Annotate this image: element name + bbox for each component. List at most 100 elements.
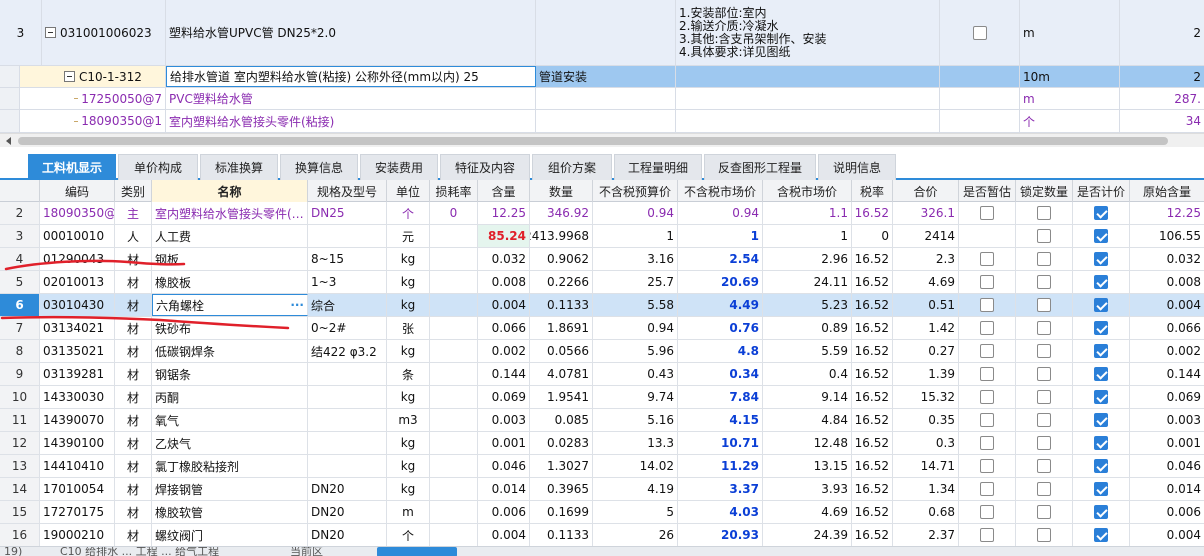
cell-code[interactable]: 03135021 xyxy=(40,340,115,362)
tab-install-cost[interactable]: 安装费用 xyxy=(360,154,438,180)
quota-category[interactable]: 管道安装 xyxy=(536,66,676,87)
cell-quantity[interactable]: 0.2266 xyxy=(530,271,593,293)
cell-spec[interactable]: 8~15 xyxy=(308,248,387,270)
cell-market-price[interactable]: 7.84 xyxy=(678,386,763,408)
cell-tax-rate[interactable]: 16.52 xyxy=(852,340,893,362)
checkbox[interactable] xyxy=(980,321,994,335)
col-spec[interactable]: 规格及型号 xyxy=(308,180,387,202)
cell-content[interactable]: 0.001 xyxy=(478,432,530,454)
cell-content[interactable]: 0.006 xyxy=(478,501,530,523)
checkbox[interactable] xyxy=(980,275,994,289)
col-name[interactable]: 名称 xyxy=(152,180,308,202)
cell-name[interactable]: 氯丁橡胶粘接剂 xyxy=(152,455,308,477)
cell-content[interactable]: 0.046 xyxy=(478,455,530,477)
cell-loss-rate[interactable] xyxy=(430,455,478,477)
cell-tax-rate[interactable]: 16.52 xyxy=(852,524,893,546)
cell-name[interactable]: 钢板 xyxy=(152,248,308,270)
cell-tax-rate[interactable]: 0 xyxy=(852,225,893,247)
collapse-icon[interactable] xyxy=(45,27,56,38)
cell-loss-rate[interactable] xyxy=(430,271,478,293)
cell-original-content[interactable]: 0.014 xyxy=(1130,478,1204,500)
cell-priced[interactable] xyxy=(1073,524,1130,546)
material-code[interactable]: 17250050@7 xyxy=(20,88,166,109)
checkbox[interactable] xyxy=(1037,413,1051,427)
cell-budget-price[interactable]: 5 xyxy=(593,501,678,523)
checkbox[interactable] xyxy=(980,482,994,496)
cell-name[interactable]: 螺纹阀门 xyxy=(152,524,308,546)
cell-budget-price[interactable]: 14.02 xyxy=(593,455,678,477)
cell-type[interactable]: 材 xyxy=(115,501,152,523)
col-type[interactable]: 类别 xyxy=(115,180,152,202)
cell-loss-rate[interactable] xyxy=(430,386,478,408)
cell-provisional[interactable] xyxy=(959,340,1016,362)
cell-type[interactable]: 材 xyxy=(115,271,152,293)
cell-market-price[interactable]: 4.8 xyxy=(678,340,763,362)
cell-name[interactable]: 人工费 xyxy=(152,225,308,247)
quota-name-editor[interactable]: 给排水管道 室内塑料给水管(粘接) 公称外径(mm以内) 25 xyxy=(166,66,536,87)
cell-original-content[interactable]: 0.002 xyxy=(1130,340,1204,362)
cell-type[interactable]: 材 xyxy=(115,317,152,339)
checkbox[interactable] xyxy=(1094,367,1108,381)
cell-budget-price[interactable]: 9.74 xyxy=(593,386,678,408)
cell-spec[interactable]: 结422 φ3.2 xyxy=(308,340,387,362)
cell-lock-qty[interactable] xyxy=(1016,317,1073,339)
cell-provisional[interactable] xyxy=(959,524,1016,546)
cell-quantity[interactable]: 0.3965 xyxy=(530,478,593,500)
checkbox[interactable] xyxy=(1094,275,1108,289)
cell-type[interactable]: 材 xyxy=(115,432,152,454)
cell-market-price[interactable]: 2.54 xyxy=(678,248,763,270)
cell-budget-price[interactable]: 4.19 xyxy=(593,478,678,500)
cell-budget-price[interactable]: 5.16 xyxy=(593,409,678,431)
table-row[interactable]: 16 19000210 材 螺纹阀门 DN20 个 0.004 0.1133 26 20.93 24… xyxy=(0,524,1204,546)
cell-market-price[interactable]: 20.69 xyxy=(678,271,763,293)
cell-spec[interactable] xyxy=(308,432,387,454)
cell-lock-qty[interactable] xyxy=(1016,202,1073,224)
checkbox[interactable] xyxy=(1037,528,1051,542)
cell-tax-market-price[interactable]: 13.15 xyxy=(763,455,852,477)
checkbox[interactable] xyxy=(1094,252,1108,266)
cell-unit[interactable]: m3 xyxy=(387,409,430,431)
cell-name[interactable]: 低碳钢焊条 xyxy=(152,340,308,362)
cell-budget-price[interactable]: 5.58 xyxy=(593,294,678,316)
cell-loss-rate[interactable] xyxy=(430,432,478,454)
tab-description[interactable]: 说明信息 xyxy=(818,154,896,180)
cell-original-content[interactable]: 0.003 xyxy=(1130,409,1204,431)
cell-budget-price[interactable]: 1 xyxy=(593,225,678,247)
cell-provisional[interactable] xyxy=(959,294,1016,316)
col-code[interactable]: 编码 xyxy=(40,180,115,202)
cell-total[interactable]: 1.39 xyxy=(893,363,959,385)
cell-spec[interactable]: DN20 xyxy=(308,501,387,523)
checkbox[interactable] xyxy=(1037,459,1051,473)
cell-unit[interactable]: kg xyxy=(387,386,430,408)
cell-provisional[interactable] xyxy=(959,225,1016,247)
cell-name[interactable]: 钢锯条 xyxy=(152,363,308,385)
col-tax-rate[interactable]: 税率 xyxy=(852,180,893,202)
cell-unit[interactable]: kg xyxy=(387,248,430,270)
cell-budget-price[interactable]: 0.94 xyxy=(593,202,678,224)
col-unit[interactable]: 单位 xyxy=(387,180,430,202)
cell-unit[interactable]: kg xyxy=(387,432,430,454)
cell-loss-rate[interactable] xyxy=(430,317,478,339)
cell-tax-market-price[interactable]: 5.23 xyxy=(763,294,852,316)
cell-priced[interactable] xyxy=(1073,317,1130,339)
cell-type[interactable]: 材 xyxy=(115,386,152,408)
quota-code-cell[interactable]: C10-1-312 xyxy=(20,66,166,87)
cell-lock-qty[interactable] xyxy=(1016,386,1073,408)
cell-provisional[interactable] xyxy=(959,409,1016,431)
cell-content[interactable]: 0.002 xyxy=(478,340,530,362)
col-provisional[interactable]: 是否暂估 xyxy=(959,180,1016,202)
cell-code[interactable]: 19000210 xyxy=(40,524,115,546)
cell-quantity[interactable]: 0.1133 xyxy=(530,524,593,546)
cell-type[interactable]: 材 xyxy=(115,363,152,385)
checkbox[interactable] xyxy=(1037,229,1051,243)
table-row[interactable]: 12 14390100 材 乙炔气 kg 0.001 0.0283 13.3 10.71 12.4… xyxy=(0,432,1204,455)
cell-content[interactable]: 12.25 xyxy=(478,202,530,224)
cell-spec[interactable]: 综合 xyxy=(308,294,387,316)
cell-market-price[interactable]: 10.71 xyxy=(678,432,763,454)
cell-tax-market-price[interactable]: 1.1 xyxy=(763,202,852,224)
cell-original-content[interactable]: 0.069 xyxy=(1130,386,1204,408)
material-name[interactable]: PVC塑料给水管 xyxy=(166,88,536,109)
material-row[interactable]: 18090350@1 室内塑料给水管接头零件(粘接) 个 34 xyxy=(0,110,1204,133)
cell-code[interactable]: 03139281 xyxy=(40,363,115,385)
checkbox[interactable] xyxy=(980,528,994,542)
